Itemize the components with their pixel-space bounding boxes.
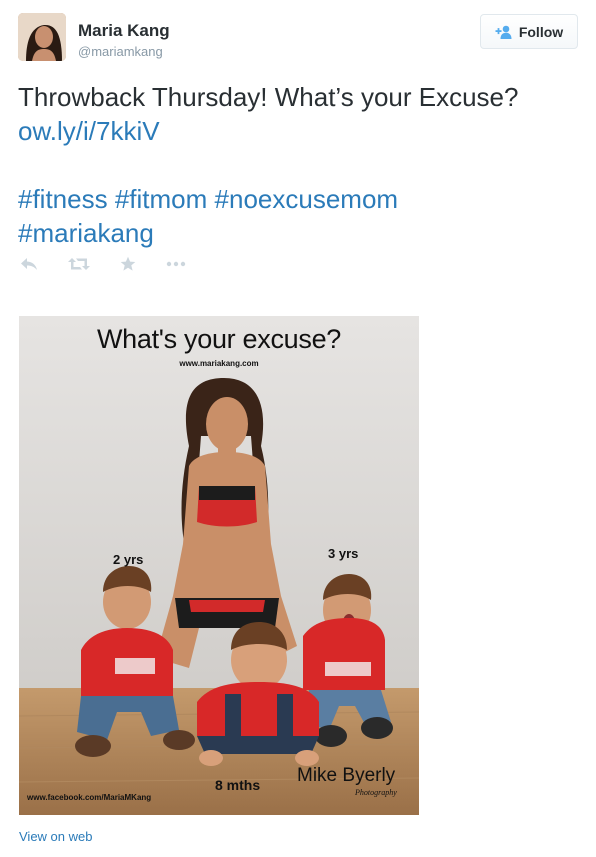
add-person-icon — [495, 25, 513, 39]
photo-label-8mths: 8 mths — [215, 777, 261, 793]
photo-facebook: www.facebook.com/MariaMKang — [27, 793, 152, 802]
follow-button[interactable]: Follow — [480, 14, 578, 49]
photo-image — [19, 316, 419, 815]
author-name[interactable]: Maria Kang — [78, 21, 170, 41]
photo-title: What's your excuse? — [96, 324, 342, 354]
tweet-link[interactable]: ow.ly/i/7kkiV — [18, 116, 160, 146]
tweet-actions — [20, 255, 216, 273]
hashtag-fitness[interactable]: #fitness — [18, 184, 108, 214]
retweet-icon[interactable] — [68, 255, 90, 273]
photo-credit-sub: Photography — [355, 788, 397, 797]
hashtag-fitmom[interactable]: #fitmom — [115, 184, 207, 214]
tweet-photo[interactable]: What's your excuse? www.mariakang.com 2 … — [19, 316, 419, 815]
tweet-body: Throwback Thursday! What’s your Excuse? — [18, 82, 519, 112]
view-on-web-link[interactable]: View on web — [19, 829, 92, 844]
more-dots-icon[interactable] — [166, 255, 186, 273]
photo-website: www.mariakang.com — [179, 359, 259, 368]
photo-credit: Mike Byerly — [297, 765, 396, 786]
star-icon[interactable] — [120, 255, 136, 273]
follow-button-label: Follow — [518, 23, 564, 40]
reply-icon[interactable] — [20, 255, 38, 273]
photo-label-2yrs: 2 yrs — [113, 552, 144, 567]
avatar-image — [18, 13, 66, 61]
photo-label-3yrs: 3 yrs — [328, 546, 359, 561]
avatar[interactable] — [18, 13, 66, 61]
hashtag-mariakang[interactable]: #mariakang — [18, 218, 154, 248]
hashtag-noexcusemom[interactable]: #noexcusemom — [215, 184, 399, 214]
tweet-text: Throwback Thursday! What’s your Excuse? … — [18, 80, 578, 250]
author-handle[interactable]: @mariamkang — [78, 44, 163, 59]
